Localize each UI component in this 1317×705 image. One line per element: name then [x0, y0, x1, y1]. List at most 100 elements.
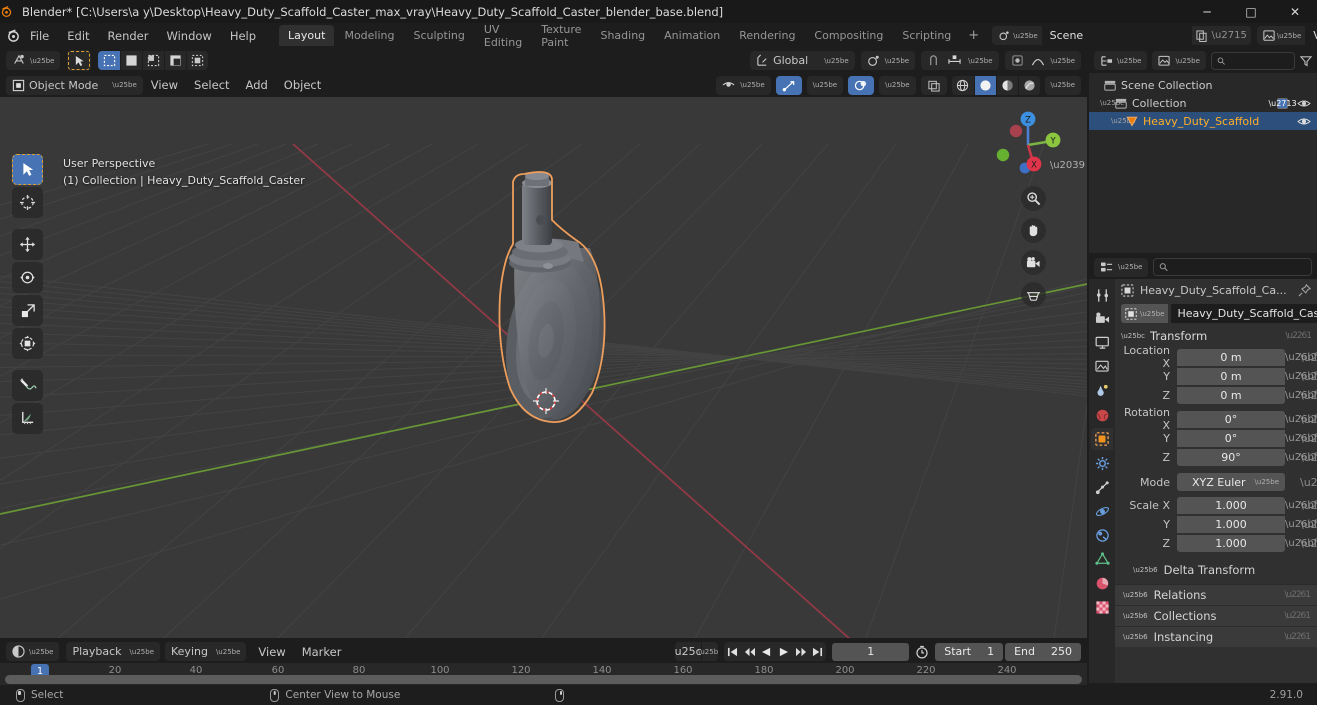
viewport-menu-select[interactable]: Select [186, 78, 237, 92]
transform-tool[interactable] [12, 328, 43, 359]
menu-window[interactable]: Window [157, 26, 220, 46]
prev-keyframe-icon[interactable] [741, 642, 759, 661]
tool-icon[interactable] [1091, 284, 1113, 306]
toggle-ortho-icon[interactable] [1021, 282, 1046, 307]
tab-rendering[interactable]: Rendering [730, 25, 804, 46]
rendered-shading-icon[interactable] [1017, 75, 1040, 95]
tweak-select-tool[interactable] [12, 154, 43, 185]
play-reverse-icon[interactable] [758, 642, 776, 661]
use-preview-range-icon[interactable] [915, 645, 929, 659]
physics-icon[interactable] [1091, 500, 1113, 522]
proportional-edit-group[interactable]: \u25be [1004, 51, 1081, 70]
frame-range-fields[interactable]: Start 1 [935, 642, 1004, 661]
scale-x-field[interactable]: 1.000 [1177, 496, 1285, 514]
new-scene-icon[interactable] [1196, 29, 1207, 42]
xray-toggle[interactable] [920, 75, 947, 95]
menu-render[interactable]: Render [99, 26, 158, 46]
data-icon[interactable] [1091, 548, 1113, 570]
texture-icon[interactable] [1091, 596, 1113, 618]
outliner-search-field[interactable] [1229, 54, 1289, 67]
location-z-field[interactable]: 0 m [1177, 386, 1285, 404]
expand-triangle-icon[interactable]: \u25bc [1100, 99, 1124, 107]
tab-compositing[interactable]: Compositing [805, 25, 892, 46]
tab-modeling[interactable]: Modeling [335, 25, 403, 46]
animate-property-icon[interactable]: \u25cf [1300, 432, 1317, 445]
animate-property-icon[interactable]: \u25cf [1300, 370, 1317, 383]
lock-icon[interactable]: \u26bf [1285, 519, 1317, 530]
render-icon[interactable] [1091, 308, 1113, 330]
outliner-row-collection[interactable]: \u25bc Collection \u2713 [1089, 94, 1317, 112]
particles-icon[interactable] [1091, 476, 1113, 498]
pin-icon[interactable] [1298, 283, 1311, 297]
view-layer-browse-button[interactable]: \u25be [1256, 26, 1306, 45]
properties-search-field[interactable] [1172, 261, 1306, 273]
object-browse-button[interactable]: \u25be [1121, 304, 1169, 323]
cursor-mode-icon[interactable] [67, 50, 92, 71]
animate-property-icon[interactable]: \u25cf [1300, 518, 1317, 531]
scale-tool[interactable] [12, 295, 43, 326]
world-icon[interactable] [1091, 404, 1113, 426]
collections-panel[interactable]: \u25b6 Collections \u2261 [1115, 605, 1317, 626]
outliner-display-mode-button[interactable]: \u25be [1152, 51, 1206, 70]
outliner-row-scene-collection[interactable]: Scene Collection [1089, 76, 1317, 94]
rotation-x-field[interactable]: 0° [1177, 410, 1285, 428]
animate-property-icon[interactable]: \u25cf [1300, 451, 1317, 464]
tab-animation[interactable]: Animation [655, 25, 729, 46]
location-x-field[interactable]: 0 m [1177, 348, 1285, 366]
camera-view-icon[interactable] [1021, 250, 1046, 275]
keying-dropdown[interactable]: Keying \u25be [165, 642, 247, 661]
lock-icon[interactable]: \u26bf [1285, 352, 1317, 363]
solid-shading-icon[interactable] [973, 75, 996, 95]
object-mode-dropdown[interactable]: Object Mode \u25be [6, 75, 143, 95]
jump-end-icon[interactable] [809, 642, 827, 661]
keying-options-dropdown[interactable]: \u25be [698, 642, 719, 661]
menu-help[interactable]: Help [221, 26, 265, 46]
start-frame-value[interactable]: 1 [987, 645, 994, 658]
close-button[interactable]: ✕ [1273, 0, 1317, 23]
animate-property-icon[interactable]: \u25cf [1300, 476, 1317, 489]
lock-icon[interactable]: \u26bf [1285, 371, 1317, 382]
rotation-y-field[interactable]: 0° [1177, 429, 1285, 447]
location-y-field[interactable]: 0 m [1177, 367, 1285, 385]
animate-property-icon[interactable]: \u25cf [1300, 499, 1317, 512]
blender-menu-icon[interactable] [6, 28, 21, 43]
lock-icon[interactable]: \u26bf [1285, 414, 1317, 425]
collection-checkbox[interactable]: \u2713 [1268, 97, 1297, 109]
unlink-scene-icon[interactable]: \u2715 [1212, 30, 1247, 41]
annotate-tool[interactable] [12, 370, 43, 401]
outliner-row-object[interactable]: \u25b6 Heavy_Duty_Scaffold [1089, 112, 1317, 130]
lock-icon[interactable]: \u26bf [1285, 500, 1317, 511]
transform-orientation-dropdown[interactable]: Global \u25be [750, 51, 855, 70]
editor-type-button[interactable]: \u25be [6, 51, 61, 70]
animate-property-icon[interactable]: \u25cf [1300, 351, 1317, 364]
measure-tool[interactable] [12, 403, 43, 434]
timeline-horizontal-scrollbar[interactable] [5, 675, 1082, 684]
select-set-icon[interactable] [98, 51, 121, 70]
scene-icon[interactable] [1091, 380, 1113, 402]
add-workspace-button[interactable]: + [961, 25, 986, 46]
pivot-point-dropdown[interactable]: \u25be [860, 51, 916, 70]
animate-property-icon[interactable]: \u25cf [1300, 413, 1317, 426]
lock-icon[interactable]: \u26bf [1285, 538, 1317, 549]
lock-icon[interactable]: \u26bf [1285, 390, 1317, 401]
jump-start-icon[interactable] [724, 642, 742, 661]
zoom-icon[interactable] [1021, 186, 1046, 211]
expand-triangle-icon[interactable]: \u25b6 [1111, 117, 1136, 125]
delta-transform-panel[interactable]: \u25b6 Delta Transform [1115, 560, 1317, 580]
show-gizmo-toggle[interactable] [775, 75, 802, 95]
rotation-mode-dropdown[interactable]: XYZ Euler \u25be [1177, 473, 1285, 491]
move-tool[interactable] [12, 229, 43, 260]
relations-panel[interactable]: \u25b6 Relations \u2261 [1115, 584, 1317, 605]
transform-panel-header[interactable]: \u25bc Transform \u2261 [1115, 326, 1317, 346]
play-icon[interactable] [775, 642, 793, 661]
minimize-button[interactable]: ─ [1185, 0, 1229, 23]
menu-file[interactable]: File [21, 26, 58, 46]
viewport-menu-view[interactable]: View [143, 78, 186, 92]
select-intersect-icon[interactable] [186, 51, 209, 70]
end-frame-value[interactable]: 250 [1051, 645, 1072, 658]
view-layer-name-field[interactable]: View Layer [1305, 26, 1317, 45]
view-layer-icon[interactable] [1091, 356, 1113, 378]
snapping-group[interactable]: \u25be [921, 51, 999, 70]
viewport-menu-add[interactable]: Add [238, 78, 276, 92]
properties-editor-type-button[interactable]: \u25be [1094, 257, 1149, 277]
